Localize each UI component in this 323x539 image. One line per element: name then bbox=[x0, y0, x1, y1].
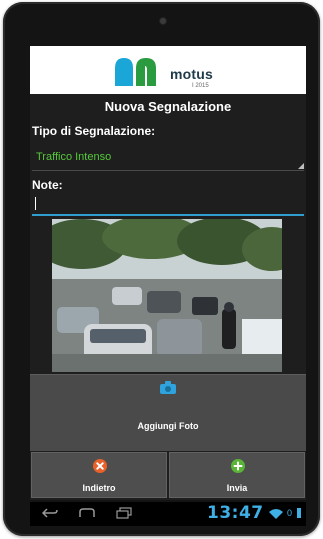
front-camera bbox=[160, 18, 166, 24]
brand-subtitle: I 2015 bbox=[192, 83, 209, 89]
status-clock: 13:47 bbox=[207, 503, 264, 523]
add-photo-button[interactable]: Aggiungi Foto bbox=[30, 374, 306, 451]
motus-logo-icon bbox=[115, 58, 156, 86]
recents-nav-icon[interactable] bbox=[116, 507, 132, 519]
battery-icon bbox=[297, 508, 301, 518]
back-label: Indietro bbox=[82, 483, 116, 493]
camera-icon bbox=[160, 381, 176, 394]
type-spinner[interactable]: Traffico Intenso bbox=[32, 146, 304, 171]
status-count: 0 bbox=[287, 508, 293, 518]
spinner-arrow-icon bbox=[298, 163, 304, 169]
brand-name: motus bbox=[170, 66, 213, 82]
add-icon bbox=[231, 459, 245, 473]
add-photo-label: Aggiungi Foto bbox=[137, 421, 199, 431]
text-caret bbox=[35, 197, 36, 210]
app-screen: motus I 2015 Nuova Segnalazione Tipo di … bbox=[30, 46, 306, 500]
send-label: Invia bbox=[226, 483, 248, 493]
send-button[interactable]: Invia bbox=[169, 452, 305, 498]
traffic-photo bbox=[52, 219, 282, 372]
note-label: Note: bbox=[32, 178, 63, 192]
wifi-signal-icon bbox=[269, 509, 283, 519]
note-input[interactable] bbox=[32, 194, 304, 216]
system-navbar: 13:47 0 bbox=[30, 502, 306, 526]
cancel-icon bbox=[93, 459, 107, 473]
type-spinner-value: Traffico Intenso bbox=[36, 151, 112, 163]
back-button[interactable]: Indietro bbox=[31, 452, 167, 498]
back-nav-icon[interactable] bbox=[42, 507, 58, 519]
page-title: Nuova Segnalazione bbox=[104, 99, 232, 114]
type-label: Tipo di Segnalazione: bbox=[32, 124, 156, 138]
logo-header: motus I 2015 bbox=[30, 46, 306, 94]
home-nav-icon[interactable] bbox=[78, 507, 96, 519]
